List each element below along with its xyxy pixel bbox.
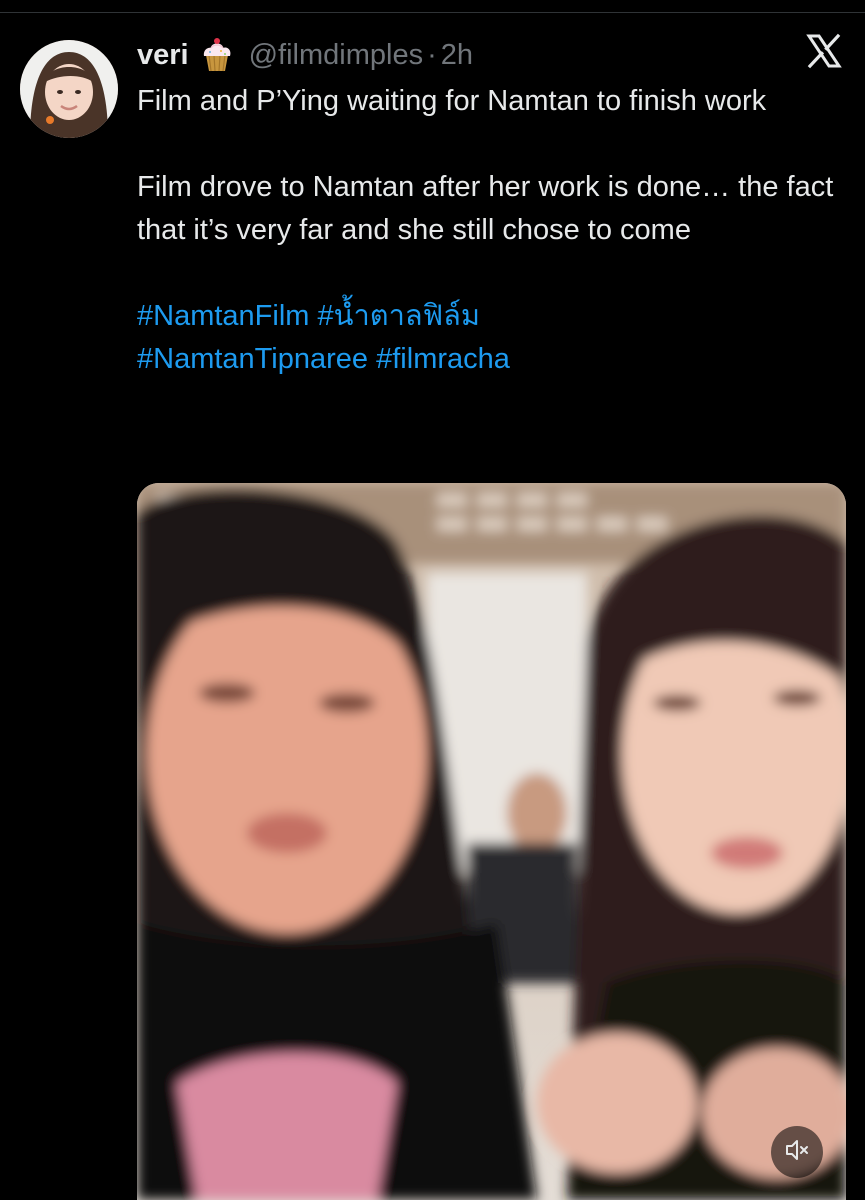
tweet-text-line: Film and P’Ying waiting for Namtan to fi…: [137, 85, 767, 117]
hashtag-link[interactable]: #filmracha: [376, 343, 510, 375]
video-frame: [137, 483, 846, 1200]
display-name[interactable]: veri: [137, 39, 189, 72]
hashtag-list: #NamtanFilm #น้ำตาลฟิล์ม #NamtanTipnaree…: [137, 295, 837, 381]
mute-button[interactable]: [771, 1126, 823, 1178]
cupcake-icon: [199, 37, 235, 73]
speaker-muted-icon: [784, 1137, 810, 1168]
tweet-header: veri @filmdimples · 2h: [137, 30, 473, 80]
hashtag-link[interactable]: #NamtanTipnaree: [137, 343, 368, 375]
user-handle[interactable]: @filmdimples: [249, 39, 423, 72]
tweet-screen: veri @filmdimples · 2h Film and P’Ying w…: [0, 0, 865, 1200]
x-logo-icon[interactable]: [805, 32, 843, 70]
tweet-text-line: Film drove to Namtan after her work is d…: [137, 171, 834, 246]
avatar[interactable]: [20, 40, 118, 138]
tweet-text: Film and P’Ying waiting for Namtan to fi…: [137, 80, 837, 381]
separator-dot: ·: [427, 38, 437, 71]
divider: [0, 12, 865, 13]
hashtag-link[interactable]: #น้ำตาลฟิล์ม: [318, 300, 481, 332]
hashtag-link[interactable]: #NamtanFilm: [137, 300, 309, 332]
timestamp[interactable]: 2h: [441, 39, 473, 72]
video-player[interactable]: [137, 483, 846, 1200]
